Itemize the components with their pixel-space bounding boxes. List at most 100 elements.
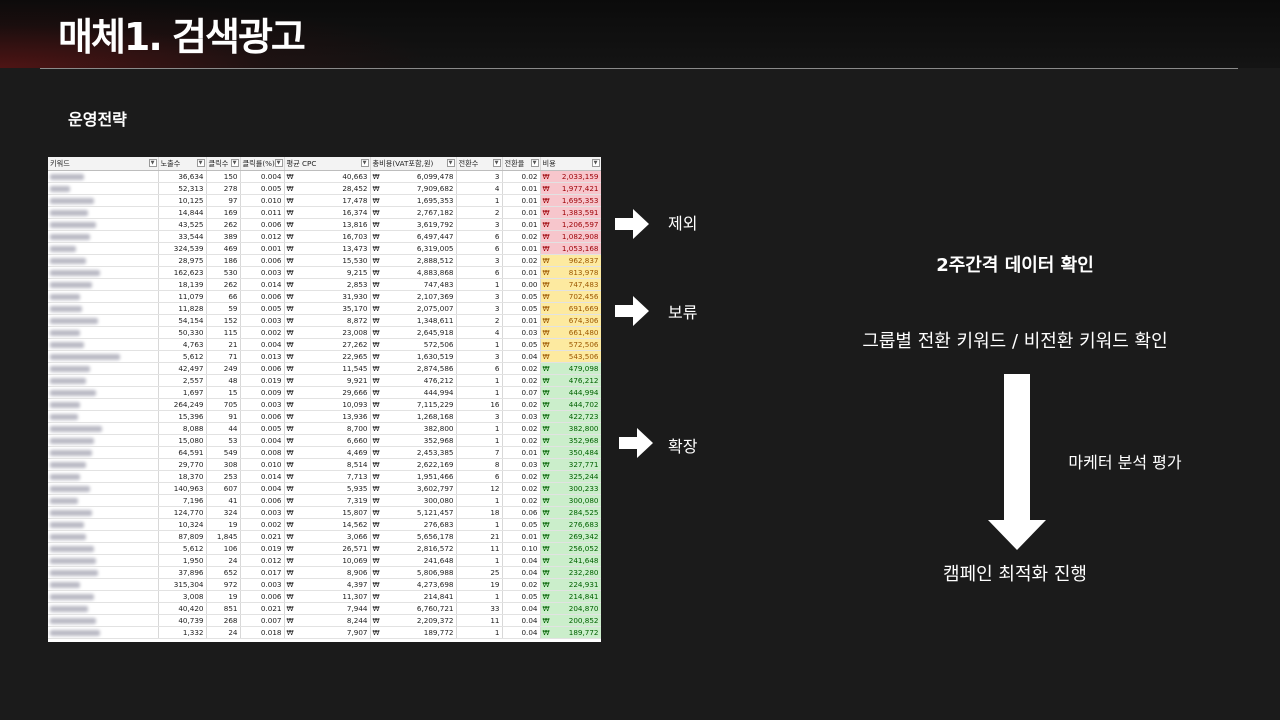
currency-value: 1,630,519 xyxy=(416,351,454,361)
keyword-check-text: 그룹별 전환 키워드 / 비전환 키워드 확인 xyxy=(862,331,1168,352)
conversions-cell: 1 xyxy=(456,626,503,639)
keyword-cell xyxy=(48,254,159,267)
currency-symbol: ₩ xyxy=(372,555,380,565)
filter-dropdown-icon[interactable]: ▼ xyxy=(196,159,205,167)
currency-symbol: ₩ xyxy=(372,507,380,517)
currency-value: 11,545 xyxy=(342,363,368,373)
cost-per-conversion-cell: ₩200,852 xyxy=(540,614,601,627)
currency-symbol: ₩ xyxy=(372,327,380,337)
clicks-cell: 150 xyxy=(206,170,241,183)
column-header[interactable]: 비용 ▼ xyxy=(540,157,601,171)
cost-per-conversion-cell: ₩702,456 xyxy=(540,290,601,303)
filter-dropdown-icon[interactable]: ▼ xyxy=(446,159,455,167)
currency-symbol: ₩ xyxy=(542,555,550,565)
currency-symbol: ₩ xyxy=(542,375,550,385)
cpc-cell: ₩35,170 xyxy=(284,302,371,315)
ctr-cell: 0.003 xyxy=(240,578,285,591)
ctr-cell: 0.017 xyxy=(240,566,285,579)
ctr-cell: 0.010 xyxy=(240,458,285,471)
blurred-keyword xyxy=(50,521,84,528)
cost-per-conversion-cell: ₩572,506 xyxy=(540,338,601,351)
filter-dropdown-icon[interactable]: ▼ xyxy=(274,159,283,167)
currency-symbol: ₩ xyxy=(286,231,294,241)
conversion-rate-cell: 0.03 xyxy=(502,326,541,339)
cpc-cell: ₩16,703 xyxy=(284,230,371,243)
keyword-cell xyxy=(48,518,159,531)
blurred-keyword xyxy=(50,209,88,216)
keyword-cell xyxy=(48,482,159,495)
column-header[interactable]: 전환수 ▼ xyxy=(456,157,503,171)
filter-dropdown-icon[interactable]: ▼ xyxy=(148,159,157,167)
column-header[interactable]: 전환율 ▼ xyxy=(502,157,541,171)
filter-dropdown-icon[interactable]: ▼ xyxy=(591,159,600,167)
ctr-cell: 0.006 xyxy=(240,290,285,303)
currency-value: 5,935 xyxy=(346,483,368,493)
currency-value: 276,683 xyxy=(423,519,454,529)
table-row: 40,739 268 0.007 ₩8,244 ₩2,209,372 11 0.04 ₩200… xyxy=(48,614,601,627)
conversions-cell: 25 xyxy=(456,566,503,579)
currency-symbol: ₩ xyxy=(542,615,550,625)
column-header[interactable]: 평균 CPC ▼ xyxy=(284,157,371,171)
currency-value: 5,656,178 xyxy=(416,531,454,541)
impressions-cell: 124,770 xyxy=(158,506,207,519)
cpc-cell: ₩15,530 xyxy=(284,254,371,267)
column-header[interactable]: 클릭률(%) ▼ xyxy=(240,157,285,171)
filter-dropdown-icon[interactable]: ▼ xyxy=(230,159,239,167)
conversions-cell: 1 xyxy=(456,422,503,435)
currency-value: 325,244 xyxy=(568,471,599,481)
filter-dropdown-icon[interactable]: ▼ xyxy=(360,159,369,167)
conversion-rate-cell: 0.06 xyxy=(502,506,541,519)
blurred-keyword xyxy=(50,245,76,252)
currency-value: 2,853 xyxy=(346,279,368,289)
currency-value: 300,080 xyxy=(568,495,599,505)
blurred-keyword xyxy=(50,485,90,492)
impressions-cell: 18,370 xyxy=(158,470,207,483)
currency-value: 269,342 xyxy=(568,531,599,541)
cost-per-conversion-cell: ₩1,082,908 xyxy=(540,230,601,243)
keyword-spreadsheet: 키워드 ▼ 노출수 ▼ 클릭수 ▼ 클릭률(%) ▼ 평균 CPC ▼ 총비용(VAT포함,원) ▼ 전… xyxy=(48,157,601,642)
currency-symbol: ₩ xyxy=(542,219,550,229)
cost-per-conversion-cell: ₩1,383,591 xyxy=(540,206,601,219)
currency-value: 13,936 xyxy=(342,411,368,421)
column-header[interactable]: 노출수 ▼ xyxy=(158,157,207,171)
cpc-cell: ₩22,965 xyxy=(284,350,371,363)
currency-symbol: ₩ xyxy=(286,351,294,361)
currency-value: 3,602,797 xyxy=(416,483,454,493)
slide-title: 매체1. 검색광고 xyxy=(58,15,306,59)
cpc-cell: ₩16,374 xyxy=(284,206,371,219)
cost-per-conversion-cell: ₩189,772 xyxy=(540,626,601,639)
currency-symbol: ₩ xyxy=(542,243,550,253)
total-cost-cell: ₩2,453,385 xyxy=(370,446,457,459)
filter-dropdown-icon[interactable]: ▼ xyxy=(530,159,539,167)
currency-symbol: ₩ xyxy=(286,567,294,577)
ctr-cell: 0.001 xyxy=(240,242,285,255)
conversion-rate-cell: 0.02 xyxy=(502,482,541,495)
keyword-cell xyxy=(48,626,159,639)
currency-value: 8,872 xyxy=(346,315,368,325)
conversions-cell: 3 xyxy=(456,290,503,303)
column-header[interactable]: 클릭수 ▼ xyxy=(206,157,241,171)
keyword-cell xyxy=(48,314,159,327)
currency-value: 256,052 xyxy=(568,543,599,553)
currency-value: 6,319,005 xyxy=(416,243,454,253)
keyword-cell xyxy=(48,206,159,219)
currency-value: 31,930 xyxy=(342,291,368,301)
ctr-cell: 0.006 xyxy=(240,410,285,423)
column-header[interactable]: 총비용(VAT포함,원) ▼ xyxy=(370,157,457,171)
currency-value: 10,093 xyxy=(342,399,368,409)
currency-value: 276,683 xyxy=(568,519,599,529)
currency-symbol: ₩ xyxy=(286,267,294,277)
currency-symbol: ₩ xyxy=(286,555,294,565)
currency-symbol: ₩ xyxy=(286,507,294,517)
total-cost-cell: ₩2,209,372 xyxy=(370,614,457,627)
column-header[interactable]: 키워드 ▼ xyxy=(48,157,159,171)
currency-symbol: ₩ xyxy=(286,531,294,541)
filter-dropdown-icon[interactable]: ▼ xyxy=(492,159,501,167)
column-header-label: 노출수 xyxy=(160,158,181,168)
ctr-cell: 0.013 xyxy=(240,350,285,363)
cpc-cell: ₩17,478 xyxy=(284,194,371,207)
blurred-keyword xyxy=(50,221,96,228)
currency-value: 40,663 xyxy=(342,171,368,181)
currency-symbol: ₩ xyxy=(372,387,380,397)
currency-symbol: ₩ xyxy=(542,339,550,349)
